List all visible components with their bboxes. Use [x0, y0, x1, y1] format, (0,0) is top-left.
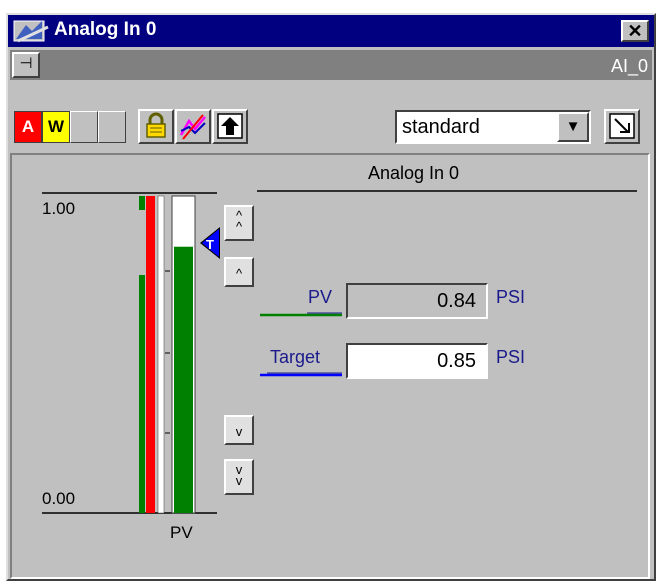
close-button[interactable]: ✕: [621, 20, 649, 42]
pin-button[interactable]: ⊣: [12, 52, 40, 78]
lock-button[interactable]: [138, 109, 174, 144]
expand-button[interactable]: [604, 109, 640, 144]
title-bar[interactable]: Analog In 0 ✕: [8, 15, 654, 47]
setpoint-fast-down-button[interactable]: vv: [224, 459, 254, 495]
low-limit-band: [139, 275, 145, 513]
target-input[interactable]: 0.85: [346, 343, 488, 379]
status-indicator-empty: [70, 111, 98, 143]
faceplate-window: Analog In 0 ✕ ⊣ AI_0 A W standard ▼ T An…: [6, 13, 656, 581]
setpoint-down-button[interactable]: v: [224, 415, 254, 445]
pv-value-field: 0.84: [346, 283, 488, 319]
toolbar: A W standard ▼: [8, 81, 654, 153]
faceplate-graphics: T: [42, 190, 637, 514]
target-label: Target: [270, 347, 321, 367]
tag-bar: ⊣ AI_0: [10, 50, 652, 80]
double-down-icon: vv: [235, 462, 243, 488]
chevron-down-icon[interactable]: ▼: [557, 112, 589, 142]
down-icon: v: [235, 424, 243, 439]
target-unit: PSI: [496, 347, 526, 367]
double-up-icon: ^ ^: [235, 208, 243, 234]
close-icon: ✕: [627, 21, 643, 41]
pv-bar-fill: [174, 246, 193, 513]
faceplate-panel: T Analog In 0 1.00 0.00 PV ^ ^ ^ v vv PV …: [10, 153, 650, 579]
trend-icon: [179, 114, 206, 140]
tag-name: AI_0: [610, 56, 648, 76]
window-title: Analog In 0: [54, 19, 157, 40]
alarm-limit-bar: [146, 196, 155, 513]
mode-select-value: standard: [402, 116, 480, 138]
setpoint-up-button[interactable]: ^: [224, 257, 254, 287]
pin-icon: ⊣: [19, 55, 33, 72]
status-indicator-empty: [98, 111, 126, 143]
alarm-indicator[interactable]: A: [14, 111, 42, 143]
faceplate-app-icon: [13, 20, 49, 43]
trend-button[interactable]: [175, 109, 211, 144]
up-icon: ^: [235, 266, 243, 281]
bar-label-pv: PV: [170, 523, 193, 542]
warning-indicator[interactable]: W: [42, 111, 70, 143]
up-arrow-button[interactable]: [212, 109, 248, 144]
scale-high-label: 1.00: [42, 199, 76, 218]
pv-unit: PSI: [496, 287, 526, 307]
pv-label: PV: [308, 287, 333, 307]
scale-low-label: 0.00: [42, 489, 76, 508]
high-limit-band: [139, 196, 145, 210]
lock-icon: [146, 112, 166, 138]
setpoint-fast-up-button[interactable]: ^ ^: [224, 205, 254, 241]
expand-icon: [609, 113, 635, 139]
mode-select[interactable]: standard ▼: [395, 110, 591, 144]
up-arrow-icon: [217, 113, 243, 139]
target-marker-label: T: [206, 237, 214, 252]
faceplate-header: Analog In 0: [368, 163, 460, 183]
limit-strip-track: [157, 195, 165, 514]
